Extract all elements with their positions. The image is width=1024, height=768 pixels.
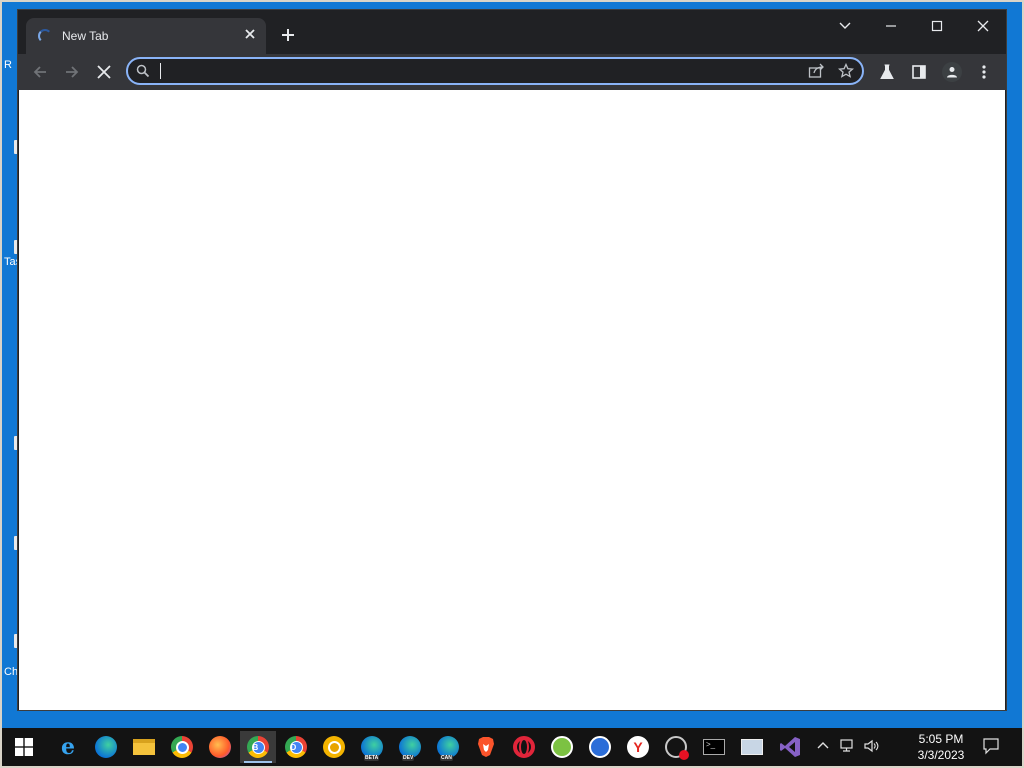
omnibox[interactable] xyxy=(126,57,864,85)
brave-icon[interactable] xyxy=(468,731,504,763)
close-icon[interactable] xyxy=(242,28,258,44)
toolbar xyxy=(18,54,1006,90)
edge-dev-icon[interactable]: DEV xyxy=(392,731,428,763)
chrome-canary-icon[interactable] xyxy=(316,731,352,763)
close-icon xyxy=(977,20,989,32)
profile-icon xyxy=(942,62,962,82)
yandex-icon[interactable]: Y xyxy=(620,731,656,763)
minimize-icon xyxy=(886,25,896,27)
chrome-icon[interactable] xyxy=(164,731,200,763)
desktop-icon-label-recycle[interactable]: R xyxy=(4,59,12,71)
tab-title: New Tab xyxy=(62,29,109,43)
opera-icon[interactable] xyxy=(506,731,542,763)
network-icon[interactable] xyxy=(839,738,855,757)
side-panel-icon xyxy=(912,65,926,79)
browser-window: New Tab xyxy=(18,10,1006,710)
start-button[interactable] xyxy=(6,731,42,763)
side-panel-button[interactable] xyxy=(905,58,933,86)
profile-button[interactable] xyxy=(938,58,966,86)
notification-icon[interactable] xyxy=(982,737,1000,758)
search-icon xyxy=(136,64,150,78)
close-window-button[interactable] xyxy=(960,12,1006,40)
internet-explorer-icon[interactable]: e xyxy=(50,731,86,763)
speed-test-icon[interactable] xyxy=(658,731,694,763)
edge-canary-icon[interactable]: CAN xyxy=(430,731,466,763)
clock-date: 3/3/2023 xyxy=(917,748,965,762)
new-tab-button[interactable] xyxy=(276,24,300,48)
chrome-beta-icon[interactable]: B xyxy=(240,731,276,763)
browser-green-icon[interactable] xyxy=(544,731,580,763)
text-caret xyxy=(160,63,161,79)
edge-icon[interactable] xyxy=(88,731,124,763)
tab-new-tab[interactable]: New Tab xyxy=(26,18,266,54)
tab-strip: New Tab xyxy=(18,10,1006,54)
start-windows-icon xyxy=(15,738,33,756)
remote-desktop-icon[interactable] xyxy=(734,731,770,763)
labs-button[interactable] xyxy=(873,58,901,86)
back-arrow-icon xyxy=(33,66,46,78)
chrome-dev-icon[interactable]: D xyxy=(278,731,314,763)
file-explorer-icon[interactable] xyxy=(126,731,162,763)
stop-button[interactable] xyxy=(90,58,118,86)
spinner-icon xyxy=(38,29,52,43)
system-clock[interactable]: 5:05 PM 3/3/2023 xyxy=(906,731,976,763)
labs-flask-icon xyxy=(880,64,894,79)
forward-button[interactable] xyxy=(58,58,86,86)
chevron-up-icon[interactable] xyxy=(817,738,829,753)
terminal-icon[interactable]: >_ xyxy=(696,731,732,763)
maximize-icon xyxy=(931,20,943,32)
visual-studio-icon[interactable] xyxy=(772,731,808,763)
menu-button[interactable] xyxy=(970,58,998,86)
maximize-button[interactable] xyxy=(914,12,960,40)
minimize-button[interactable] xyxy=(868,12,914,40)
page-content[interactable] xyxy=(19,90,1005,710)
firefox-icon[interactable] xyxy=(202,731,238,763)
menu-kebab-icon xyxy=(982,65,986,79)
clock-time: 5:05 PM xyxy=(918,732,964,746)
share-icon[interactable] xyxy=(808,63,826,79)
forward-arrow-icon xyxy=(66,66,79,78)
edge-beta-icon[interactable]: BETA xyxy=(354,731,390,763)
plus-icon xyxy=(282,29,294,41)
stop-icon xyxy=(97,65,111,79)
tab-search-button[interactable] xyxy=(822,12,868,40)
back-button[interactable] xyxy=(26,58,54,86)
chevron-down-icon xyxy=(839,22,851,29)
desktop-icon-label-chrome[interactable]: Ch xyxy=(4,666,18,678)
address-input[interactable] xyxy=(158,62,798,80)
volume-icon[interactable] xyxy=(863,738,879,757)
privacy-browser-icon[interactable] xyxy=(582,731,618,763)
star-icon[interactable] xyxy=(838,63,854,79)
taskbar: e B D BETA DEV CAN Y >_ 5:05 PM 3/3/2023 xyxy=(2,728,1022,766)
